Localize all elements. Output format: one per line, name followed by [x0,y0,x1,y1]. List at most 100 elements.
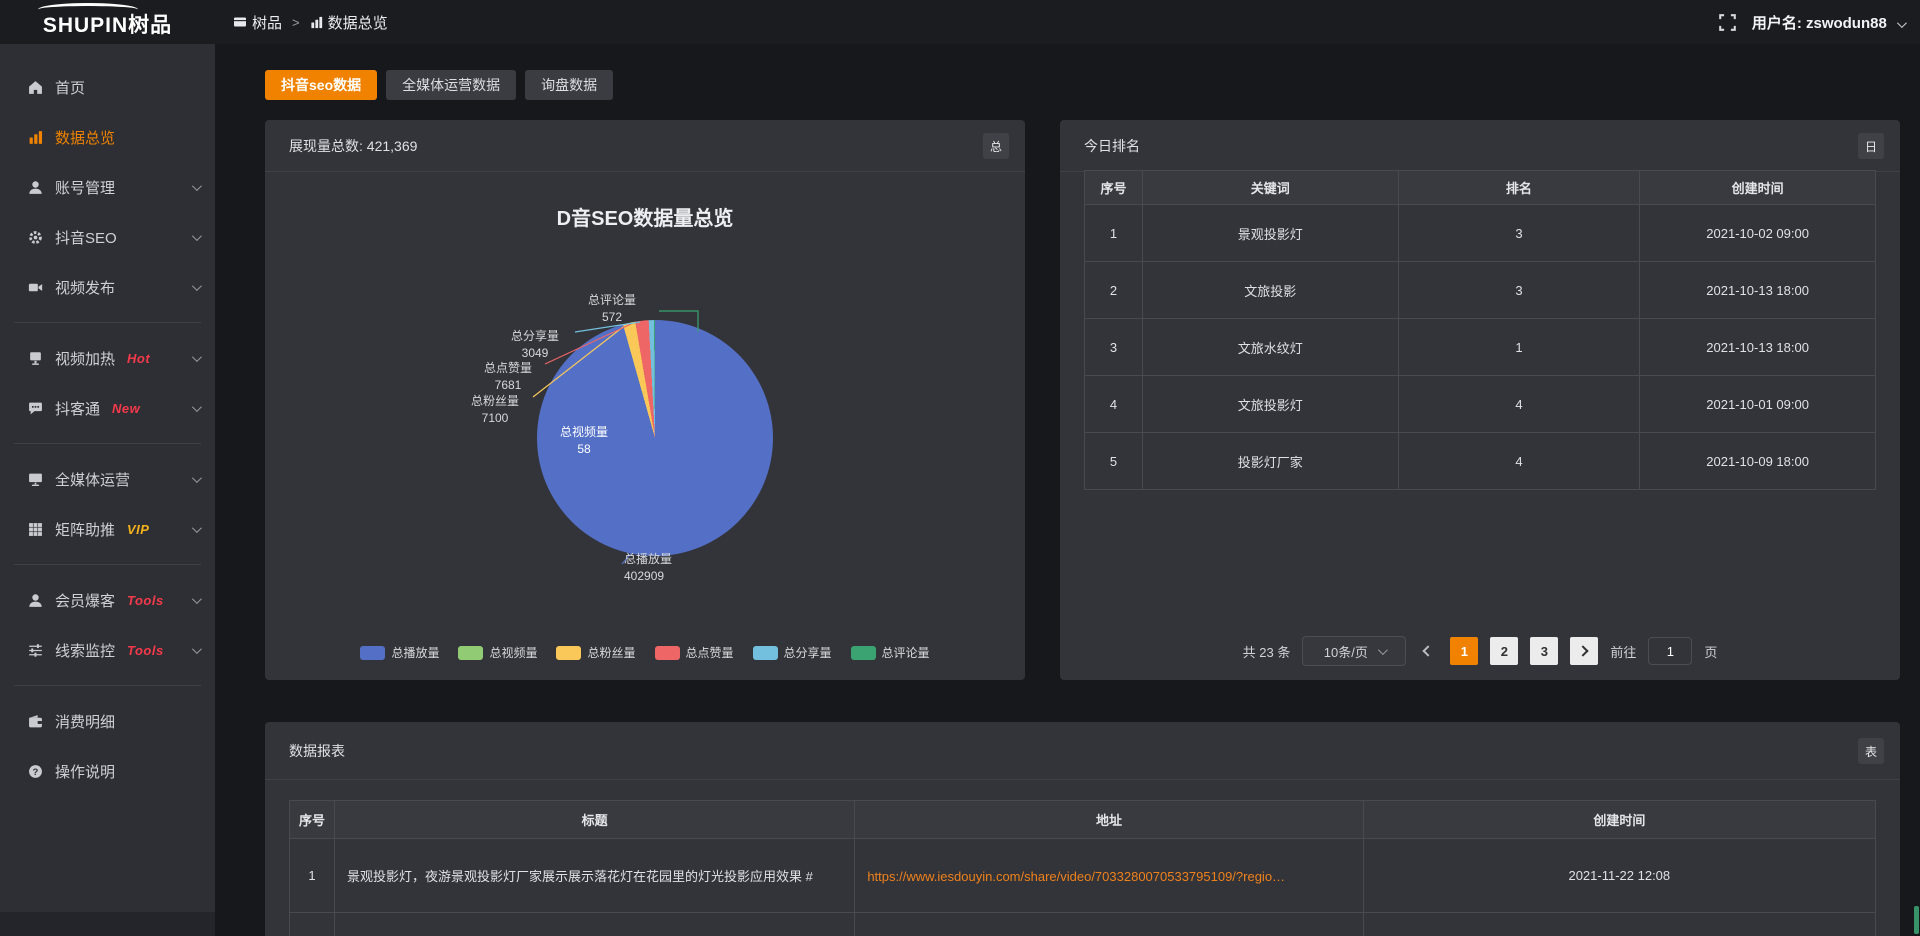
total-badge-button[interactable]: 总 [983,133,1009,159]
page-button-3[interactable]: 3 [1530,637,1558,665]
user-dropdown[interactable]: 用户名: zswodun88 [1752,12,1904,33]
table-row: 1 景观投影灯，夜游景观投影灯厂家展示展示落花灯在花园里的灯光投影应用效果 # … [290,839,1876,913]
ranking-title: 今日排名 [1084,136,1140,156]
gear-icon [28,230,43,245]
sidebar-divider [14,443,201,444]
sidebar-item-video-publish[interactable]: 视频发布 [0,262,215,312]
chevron-down-icon [192,523,202,533]
breadcrumb-separator: > [292,15,300,30]
user-icon [28,180,43,195]
logo-arc [38,3,138,16]
overview-panel: 展现量总数: 421,369 总 D音SEO数据量总览 总评论量572 总分享量… [265,120,1025,680]
report-panel: 数据报表 表 序号 标题 地址 创建时间 1 景观投影灯，夜游景观投影灯厂家展示… [265,722,1900,936]
legend-item-videos[interactable]: 总视频量 [458,644,537,661]
chat-bubble-icon [28,401,43,416]
report-table: 序号 标题 地址 创建时间 1 景观投影灯，夜游景观投影灯厂家展示展示落花灯在花… [289,800,1876,936]
home-icon [28,80,43,95]
svg-text:?: ? [33,766,39,777]
goto-page-input[interactable] [1648,637,1692,665]
username-label: 用户名: zswodun88 [1752,15,1887,32]
pagination-total: 共 23 条 [1243,642,1291,661]
pie-chart-area: D音SEO数据量总览 总评论量572 总分享量3049 总点赞量7681 总粉丝… [265,172,1025,679]
app-window-icon [233,15,247,29]
video-camera-icon [28,280,43,295]
report-panel-header: 数据报表 表 [265,722,1900,780]
pie-label-videos: 总视频量58 [539,424,629,458]
ranking-table: 序号 关键词 排名 创建时间 1景观投影灯32021-10-02 09:00 2… [1084,170,1876,490]
sidebar-item-lead-monitor[interactable]: 线索监控 Tools [0,625,215,675]
chevron-down-icon [192,231,202,241]
grid-icon [28,522,43,537]
breadcrumb-root[interactable]: 树品 [233,12,282,33]
bar-chart-icon [28,130,43,145]
pie-label-likes: 总点赞量7681 [463,360,553,394]
chart-legend: 总播放量 总视频量 总粉丝量 总点赞量 总分享量 总评论量 [265,644,1025,661]
tab-inquiry-data[interactable]: 询盘数据 [525,70,613,100]
sidebar-item-member-burst[interactable]: 会员爆客 Tools [0,575,215,625]
data-tabs: 抖音seo数据 全媒体运营数据 询盘数据 [265,70,613,100]
fullscreen-icon[interactable] [1719,14,1736,31]
page-button-2[interactable]: 2 [1490,637,1518,665]
impressions-total-label: 展现量总数: 421,369 [289,136,417,156]
chevron-down-icon [1378,645,1388,655]
sidebar-item-account[interactable]: 账号管理 [0,162,215,212]
sidebar-item-consumption[interactable]: 消费明细 [0,696,215,746]
breadcrumb-current: 数据总览 [310,12,388,33]
sidebar-item-douketong[interactable]: 抖客通 New [0,383,215,433]
video-url-link[interactable]: https://www.iesdouyin.com/share/video/70… [867,869,1285,884]
user-icon [28,593,43,608]
top-bar: SHUPIN树品 树品 > 数据总览 用户名: zswodun88 [0,0,1920,44]
legend-item-plays[interactable]: 总播放量 [360,644,439,661]
chevron-down-icon [192,352,202,362]
page-size-select[interactable]: 10条/页 [1302,636,1406,666]
chevron-down-icon [192,644,202,654]
chart-title: D音SEO数据量总览 [265,202,1025,231]
table-badge-button[interactable]: 表 [1858,738,1884,764]
day-badge-button[interactable]: 日 [1858,133,1884,159]
new-badge: New [112,401,140,416]
pie-label-comments: 总评论量572 [567,292,657,326]
pagination: 共 23 条 10条/页 1 2 3 前往 页 [1060,636,1900,666]
prev-page-button[interactable] [1418,637,1438,665]
hot-badge: Hot [127,351,150,366]
table-row: 3文旅水纹灯12021-10-13 18:00 [1085,319,1876,376]
ranking-panel-header: 今日排名 日 [1060,120,1900,172]
chevron-right-icon [1578,645,1589,656]
page-unit-label: 页 [1704,642,1717,661]
scrollbar-thumb[interactable] [1914,906,1919,934]
chevron-down-icon [192,402,202,412]
report-title: 数据报表 [289,741,345,761]
table-row: 1景观投影灯32021-10-02 09:00 [1085,205,1876,262]
chevron-down-icon [192,281,202,291]
tools-badge: Tools [127,593,164,608]
tab-douyin-seo-data[interactable]: 抖音seo数据 [265,70,377,100]
tab-media-ops-data[interactable]: 全媒体运营数据 [386,70,516,100]
sidebar-item-home[interactable]: 首页 [0,62,215,112]
table-row-partial [290,913,1876,936]
sidebar-item-help[interactable]: ? 操作说明 [0,746,215,796]
table-header-row: 序号 标题 地址 创建时间 [290,801,1876,839]
goto-label: 前往 [1610,642,1636,661]
sidebar-item-media-ops[interactable]: 全媒体运营 [0,454,215,504]
sidebar-item-data-overview[interactable]: 数据总览 [0,112,215,162]
sidebar-collapse-bar[interactable] [0,912,215,936]
table-header-row: 序号 关键词 排名 创建时间 [1085,171,1876,205]
chevron-down-icon [192,181,202,191]
pie-label-shares: 总分享量3049 [490,328,580,362]
sidebar-item-douyin-seo[interactable]: 抖音SEO [0,212,215,262]
legend-item-fans[interactable]: 总粉丝量 [556,644,635,661]
sidebar-divider [14,564,201,565]
next-page-button[interactable] [1570,637,1598,665]
legend-item-shares[interactable]: 总分享量 [753,644,832,661]
overview-panel-header: 展现量总数: 421,369 总 [265,120,1025,172]
sidebar-item-video-heat[interactable]: 视频加热 Hot [0,333,215,383]
legend-item-likes[interactable]: 总点赞量 [655,644,734,661]
breadcrumb: 树品 > 数据总览 [233,12,388,33]
sidebar-item-matrix-boost[interactable]: 矩阵助推 VIP [0,504,215,554]
question-icon: ? [28,764,43,779]
legend-item-comments[interactable]: 总评论量 [851,644,930,661]
page-button-1[interactable]: 1 [1450,637,1478,665]
pie-label-fans: 总粉丝量7100 [450,393,540,427]
vip-badge: VIP [127,522,149,537]
table-row: 5投影灯厂家42021-10-09 18:00 [1085,433,1876,490]
